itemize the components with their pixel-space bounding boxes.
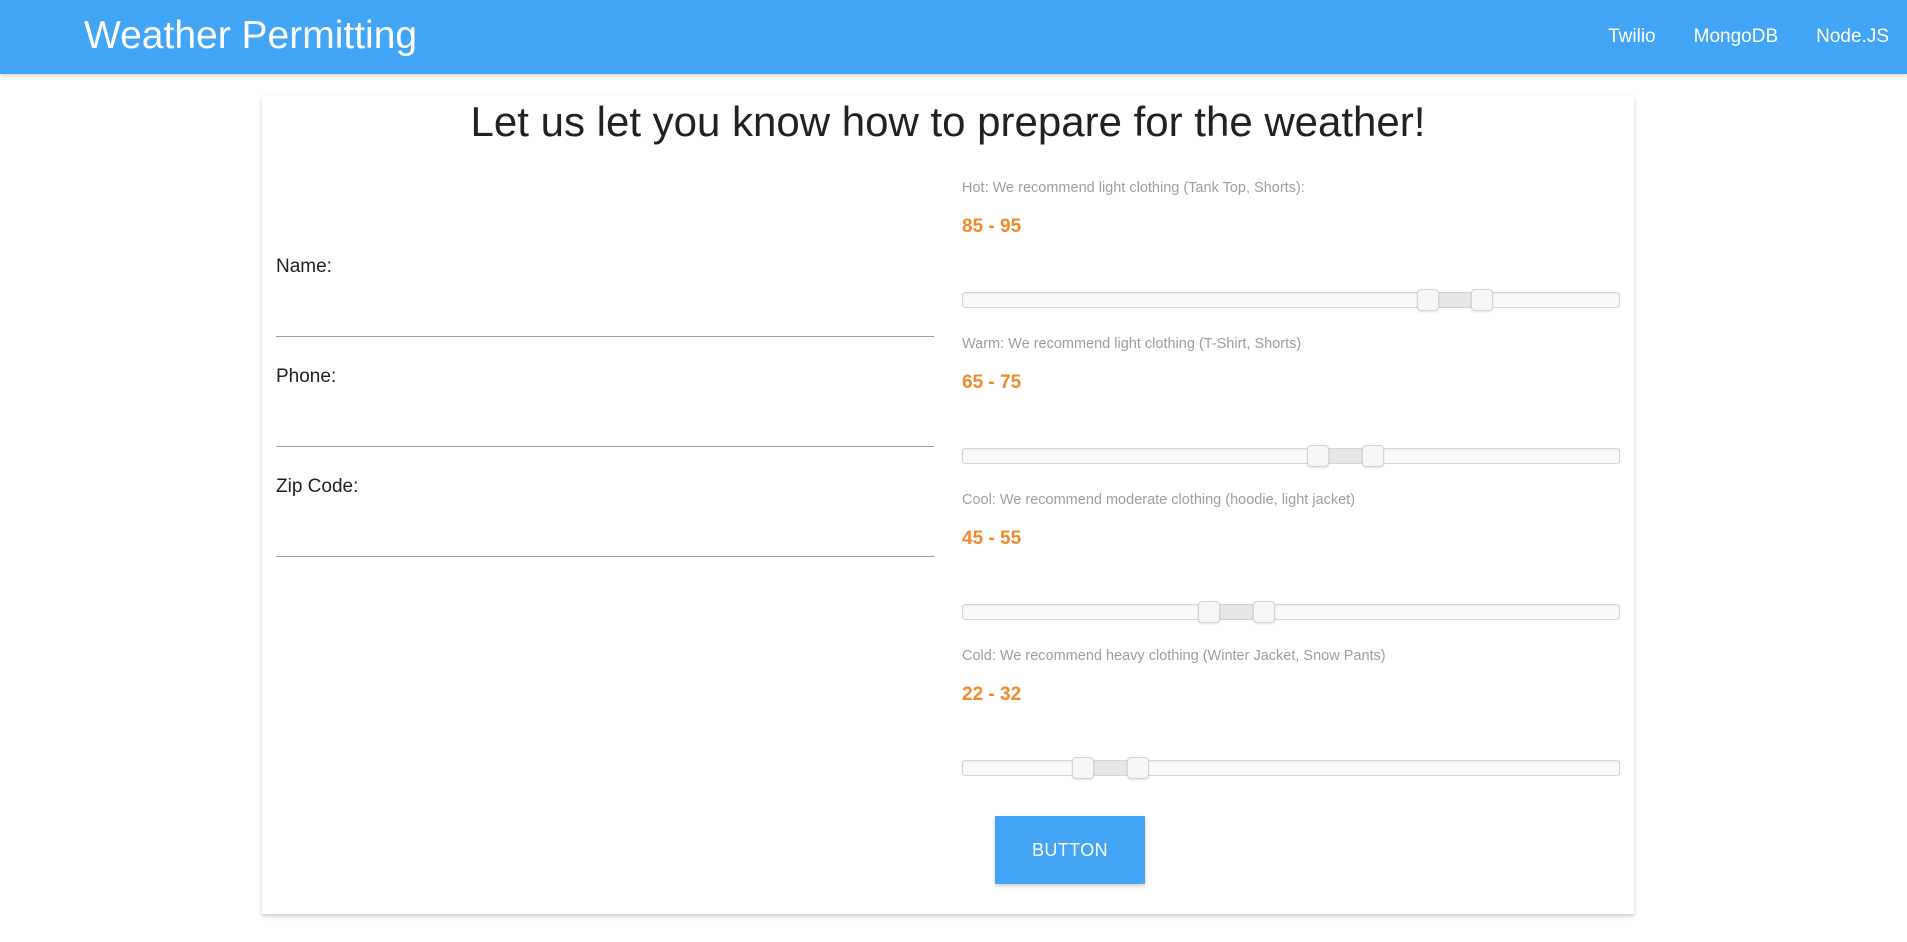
brand-logo[interactable]: Weather Permitting — [84, 14, 417, 58]
range-cool-value: 45 - 55 — [962, 528, 1022, 549]
slider-handle-max[interactable] — [1471, 289, 1494, 311]
zip-field-group: Zip Code: — [276, 476, 934, 586]
nav-links: Twilio MongoDB Node.JS — [1608, 0, 1907, 74]
slider-handle-max[interactable] — [1126, 757, 1149, 779]
slider-handle-min[interactable] — [1072, 757, 1095, 779]
slider-handle-min[interactable] — [1198, 601, 1220, 623]
range-warm: Warm: We recommend light clothing (T-Shi… — [962, 336, 1620, 492]
submit-button[interactable]: BUTTON — [995, 816, 1145, 884]
range-warm-slider[interactable] — [962, 445, 1620, 467]
range-cold-value: 22 - 32 — [962, 684, 1022, 705]
range-hot-description: Hot: We recommend light clothing (Tank T… — [962, 180, 1305, 196]
range-cool-description: Cool: We recommend moderate clothing (ho… — [962, 492, 1356, 508]
range-cold: Cold: We recommend heavy clothing (Winte… — [962, 648, 1620, 804]
slider-handle-max[interactable] — [1252, 601, 1275, 623]
range-hot: Hot: We recommend light clothing (Tank T… — [962, 180, 1620, 336]
phone-label: Phone: — [276, 366, 337, 387]
temperature-ranges: Hot: We recommend light clothing (Tank T… — [962, 180, 1620, 804]
range-cool-slider[interactable] — [962, 601, 1620, 623]
slider-handle-max[interactable] — [1362, 445, 1384, 467]
form-card: Let us let you know how to prepare for t… — [262, 96, 1634, 914]
range-warm-description: Warm: We recommend light clothing (T-Shi… — [962, 336, 1302, 352]
nav-link-twilio[interactable]: Twilio — [1608, 26, 1656, 48]
name-field-group: Name: — [276, 256, 934, 366]
phone-field-group: Phone: — [276, 366, 934, 476]
nav-link-nodejs[interactable]: Node.JS — [1816, 26, 1889, 48]
page-title: Let us let you know how to prepare for t… — [470, 98, 1426, 145]
name-input[interactable] — [276, 298, 934, 337]
zip-input[interactable] — [276, 518, 934, 557]
range-cool: Cool: We recommend moderate clothing (ho… — [962, 492, 1620, 648]
phone-input[interactable] — [276, 408, 934, 447]
range-hot-value: 85 - 95 — [962, 216, 1022, 237]
range-hot-slider[interactable] — [962, 289, 1620, 311]
range-warm-value: 65 - 75 — [962, 372, 1022, 393]
slider-handle-min[interactable] — [1307, 445, 1330, 467]
range-cold-description: Cold: We recommend heavy clothing (Winte… — [962, 648, 1386, 664]
range-cold-slider[interactable] — [962, 757, 1620, 779]
contact-fields: Name: Phone: Zip Code: — [276, 256, 934, 586]
nav-link-mongodb[interactable]: MongoDB — [1694, 26, 1779, 48]
slider-handle-min[interactable] — [1416, 289, 1439, 311]
zip-label: Zip Code: — [276, 476, 359, 497]
name-label: Name: — [276, 256, 332, 277]
navbar: Weather Permitting Twilio MongoDB Node.J… — [0, 0, 1907, 74]
